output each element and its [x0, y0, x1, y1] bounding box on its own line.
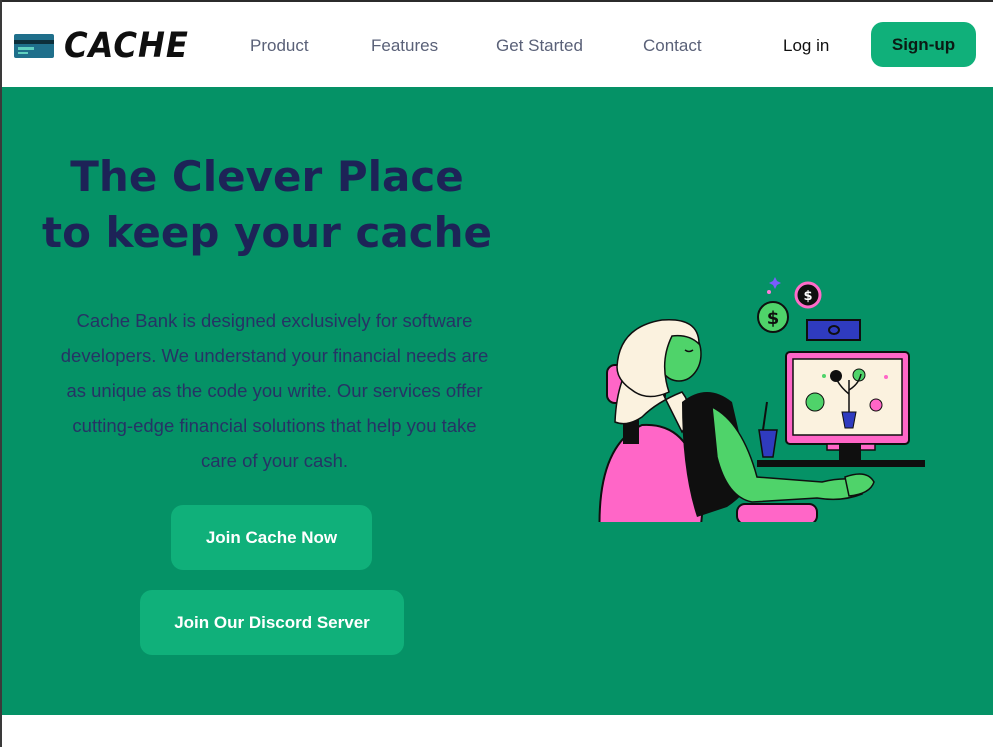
window-left-border: [0, 0, 2, 747]
nav-item-product[interactable]: Product: [250, 36, 309, 56]
nav-item-contact[interactable]: Contact: [643, 36, 702, 56]
credit-card-icon: [14, 34, 54, 58]
svg-text:$: $: [803, 289, 812, 304]
signup-button[interactable]: Sign-up: [871, 22, 976, 67]
person-at-computer-illustration: $ $: [598, 277, 925, 522]
nav-item-get-started[interactable]: Get Started: [496, 36, 583, 56]
hero-description: Cache Bank is designed exclusively for s…: [60, 310, 489, 471]
hero-title-line2: to keep your cache: [42, 208, 493, 257]
svg-text:$: $: [767, 308, 780, 329]
hero-title: The Clever Place to keep your cache: [42, 149, 492, 261]
top-navbar: CACHE Product Features Get Started Conta…: [2, 2, 993, 87]
login-link[interactable]: Log in: [783, 36, 829, 56]
join-cache-button[interactable]: Join Cache Now: [171, 505, 372, 570]
brand-logo[interactable]: CACHE: [14, 26, 200, 66]
hero-title-line1: The Clever Place: [70, 152, 464, 201]
page-below-hero: [2, 715, 993, 747]
brand-name: CACHE: [64, 26, 189, 66]
nav-item-features[interactable]: Features: [371, 36, 438, 56]
hero-section: The Clever Place to keep your cache Cach…: [2, 87, 993, 715]
join-discord-button[interactable]: Join Our Discord Server: [140, 590, 404, 655]
